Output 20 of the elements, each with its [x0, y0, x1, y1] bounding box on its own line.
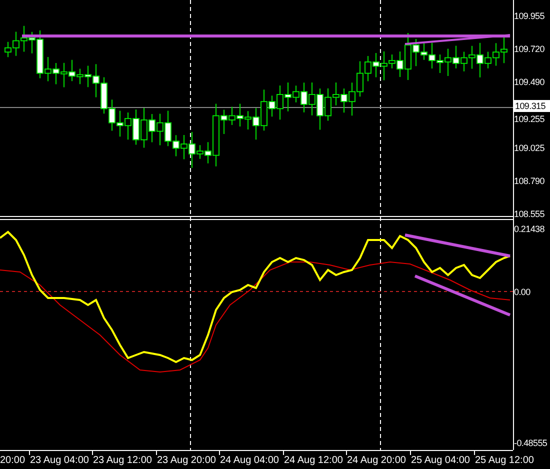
price-axis-label: 109.955 [514, 10, 544, 22]
indicator-axis-label: 0.21438 [514, 223, 544, 235]
price-axis-label: 109.255 [514, 113, 544, 125]
indicator-axis-label: -0.48555 [514, 437, 548, 449]
time-axis-label: 25 Aug 04:00 [411, 455, 470, 467]
time-axis-label: 24 Aug 04:00 [220, 455, 279, 467]
time-axis-label: 25 Aug 12:00 [475, 455, 534, 467]
time-axis-label: 24 Aug 12:00 [284, 455, 343, 467]
price-axis-label: 108.555 [514, 208, 544, 220]
price-axis-label: 109.025 [514, 142, 544, 154]
price-axis-label: 109.720 [514, 43, 544, 55]
time-axis-label: 20:00 [0, 455, 26, 467]
time-axis-label: 23 Aug 04:00 [30, 455, 89, 467]
indicator-axis-label: 0.00 [514, 286, 530, 298]
price-axis-label: 108.790 [514, 175, 544, 187]
price-axis-label: 109.490 [514, 76, 544, 88]
time-axis-label: 24 Aug 20:00 [347, 455, 406, 467]
current-price-label: 109.315 [514, 100, 550, 112]
time-axis-label: 23 Aug 20:00 [157, 455, 216, 467]
time-axis-label: 23 Aug 12:00 [93, 455, 152, 467]
